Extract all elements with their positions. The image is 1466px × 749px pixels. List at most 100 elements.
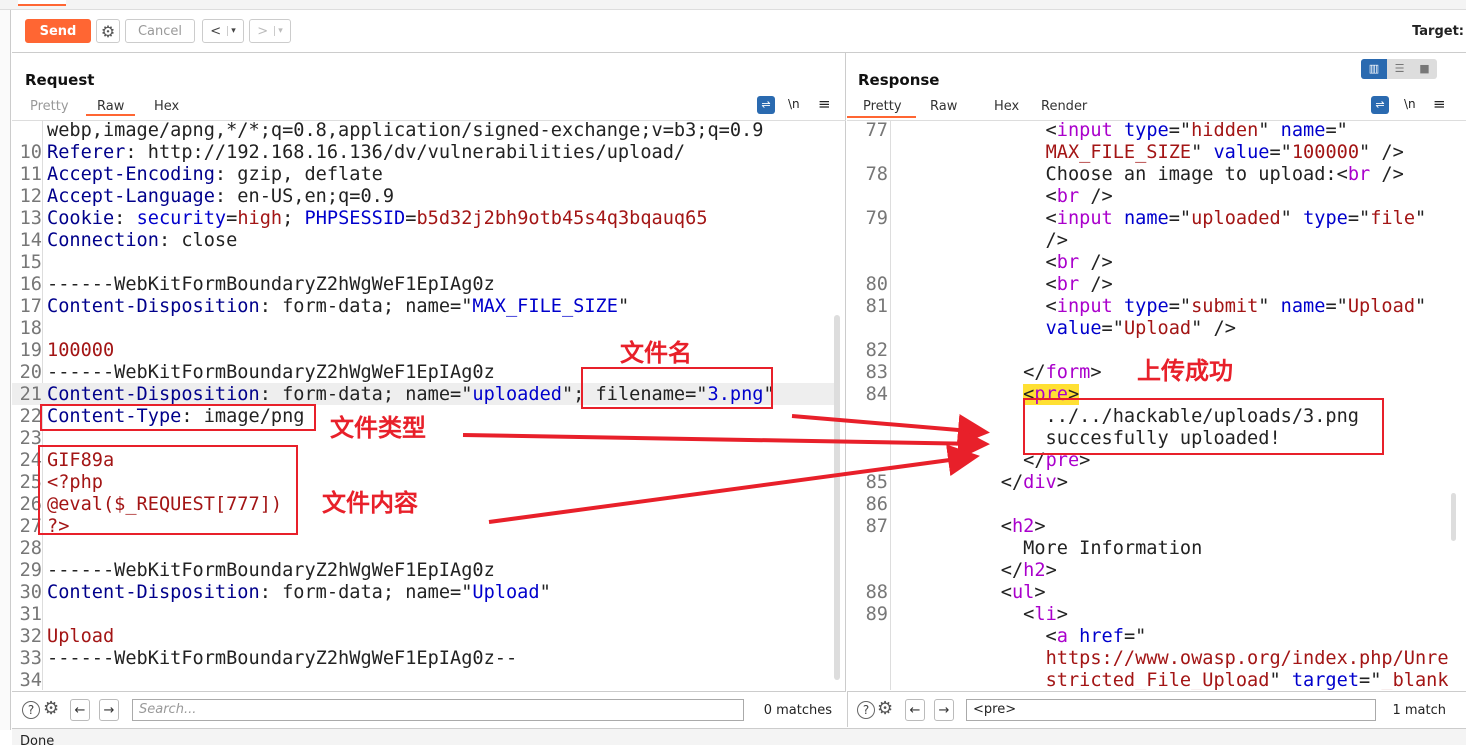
- forward-dropdown-icon[interactable]: ▾: [274, 26, 283, 36]
- line-number: 17: [19, 296, 42, 317]
- line-number: 34: [19, 670, 42, 690]
- help-icon[interactable]: ?: [857, 701, 875, 719]
- code-token: type: [1303, 208, 1348, 229]
- newline-toggle-icon[interactable]: \n: [788, 97, 800, 111]
- forward-button[interactable]: > ▾: [249, 19, 291, 43]
- annotation-filename: 文件名: [620, 339, 692, 367]
- code-token: li: [1034, 604, 1057, 625]
- word-wrap-icon[interactable]: ⇌: [1371, 96, 1389, 114]
- filename-highlight-box: [581, 367, 773, 409]
- code-token: file: [1370, 208, 1416, 229]
- word-wrap-icon[interactable]: ⇌: [757, 96, 775, 114]
- code-token: target: [1291, 670, 1360, 690]
- code-token: =": [1168, 120, 1192, 141]
- search-input[interactable]: <pre>: [966, 699, 1376, 721]
- code-token: value: [1213, 142, 1270, 163]
- code-token: =": [1347, 208, 1371, 229]
- status-bar: Done: [12, 728, 1466, 749]
- settings-gear-icon[interactable]: ⚙: [43, 698, 59, 719]
- code-line: https://www.owasp.org/index.php/Unre: [956, 648, 1449, 670]
- code-token: stricted_File_Upload: [1045, 670, 1270, 690]
- code-token: name: [1123, 208, 1169, 229]
- code-token: ul: [1011, 582, 1035, 603]
- tab-pretty[interactable]: Pretty: [30, 99, 69, 114]
- tab-hex[interactable]: Hex: [994, 99, 1019, 114]
- code-line: Referer: http://192.168.16.136/dv/vulner…: [47, 142, 685, 164]
- code-line: MAX_FILE_SIZE" value="100000" />: [956, 142, 1404, 164]
- line-number: 14: [19, 230, 42, 251]
- code-line: <br />: [956, 252, 1113, 274]
- code-token: h2: [1011, 516, 1035, 537]
- request-title: Request: [25, 71, 95, 89]
- newline-toggle-icon[interactable]: \n: [1404, 97, 1416, 111]
- code-token: <: [956, 274, 1057, 295]
- filetype-highlight-box: [40, 404, 316, 431]
- code-token: />: [1370, 164, 1404, 185]
- next-match-icon[interactable]: →: [99, 699, 119, 721]
- search-input[interactable]: Search...: [132, 699, 744, 721]
- code-token: https://www.owasp.org/index.php/Unre: [1045, 648, 1449, 669]
- layout-stacked-icon[interactable]: ☰: [1387, 59, 1412, 79]
- code-line: <input type="submit" name="Upload": [956, 296, 1427, 318]
- code-token: submit: [1191, 296, 1259, 317]
- code-token: ;: [282, 208, 305, 229]
- request-scrollbar[interactable]: [834, 315, 840, 680]
- code-token: _blank: [1381, 670, 1449, 690]
- tab-hex[interactable]: Hex: [154, 99, 179, 114]
- send-button[interactable]: Send: [25, 19, 91, 43]
- cancel-button[interactable]: Cancel: [125, 19, 195, 43]
- layout-side-by-side-icon[interactable]: ▥: [1361, 59, 1387, 79]
- line-number: 10: [19, 142, 42, 163]
- line-number: 86: [865, 494, 888, 515]
- code-token: =": [1325, 296, 1348, 317]
- line-number: 18: [19, 318, 42, 339]
- repeater-tab[interactable]: [18, 0, 66, 6]
- back-dropdown-icon[interactable]: ▾: [227, 26, 236, 36]
- code-token: br: [1347, 164, 1371, 185]
- code-token: : form-data; name=": [259, 582, 473, 603]
- tab-render[interactable]: Render: [1041, 99, 1087, 114]
- code-token: ": [1280, 208, 1304, 229]
- code-token: : close: [158, 230, 238, 251]
- code-token: ": [1415, 208, 1427, 229]
- code-line: ------WebKitFormBoundaryZ2hWgWeF1EpIAg0z…: [47, 648, 517, 670]
- settings-gear-icon[interactable]: ⚙: [96, 19, 120, 43]
- code-token: href: [1079, 626, 1124, 647]
- line-number: 16: [19, 274, 42, 295]
- back-arrow-icon: <: [210, 23, 222, 39]
- code-token: <: [956, 208, 1057, 229]
- settings-gear-icon[interactable]: ⚙: [877, 698, 893, 719]
- line-number: 78: [865, 164, 888, 185]
- previous-match-icon[interactable]: ←: [70, 699, 90, 721]
- code-token: br: [1056, 186, 1080, 207]
- back-button[interactable]: < ▾: [202, 19, 244, 43]
- next-match-icon[interactable]: →: [934, 699, 954, 721]
- response-scrollbar[interactable]: [1451, 493, 1456, 541]
- help-icon[interactable]: ?: [22, 701, 40, 719]
- code-token: uploaded: [1191, 208, 1281, 229]
- tab-pretty[interactable]: Pretty: [847, 99, 916, 118]
- code-token: form: [1045, 362, 1091, 383]
- line-number: 31: [19, 604, 42, 625]
- code-token: Choose an image to upload:<: [956, 164, 1348, 185]
- code-token: : gzip, deflate: [214, 164, 383, 185]
- menu-icon[interactable]: ≡: [818, 95, 831, 113]
- code-line: ------WebKitFormBoundaryZ2hWgWeF1EpIAg0z: [47, 362, 495, 384]
- previous-match-icon[interactable]: ←: [905, 699, 925, 721]
- code-token: >: [1056, 604, 1068, 625]
- line-number: 15: [19, 252, 42, 273]
- tab-raw[interactable]: Raw: [930, 99, 957, 114]
- code-line: Accept-Encoding: gzip, deflate: [47, 164, 383, 186]
- code-token: Connection: [47, 230, 159, 251]
- code-line: ------WebKitFormBoundaryZ2hWgWeF1EpIAg0z: [47, 560, 495, 582]
- code-token: hidden: [1191, 120, 1259, 141]
- line-number: 11: [19, 164, 42, 185]
- code-line: <li>: [956, 604, 1068, 626]
- layout-single-icon[interactable]: ■: [1412, 59, 1437, 79]
- code-token: : form-data; name=": [259, 296, 473, 317]
- menu-icon[interactable]: ≡: [1433, 95, 1446, 113]
- tab-raw[interactable]: Raw: [86, 99, 136, 116]
